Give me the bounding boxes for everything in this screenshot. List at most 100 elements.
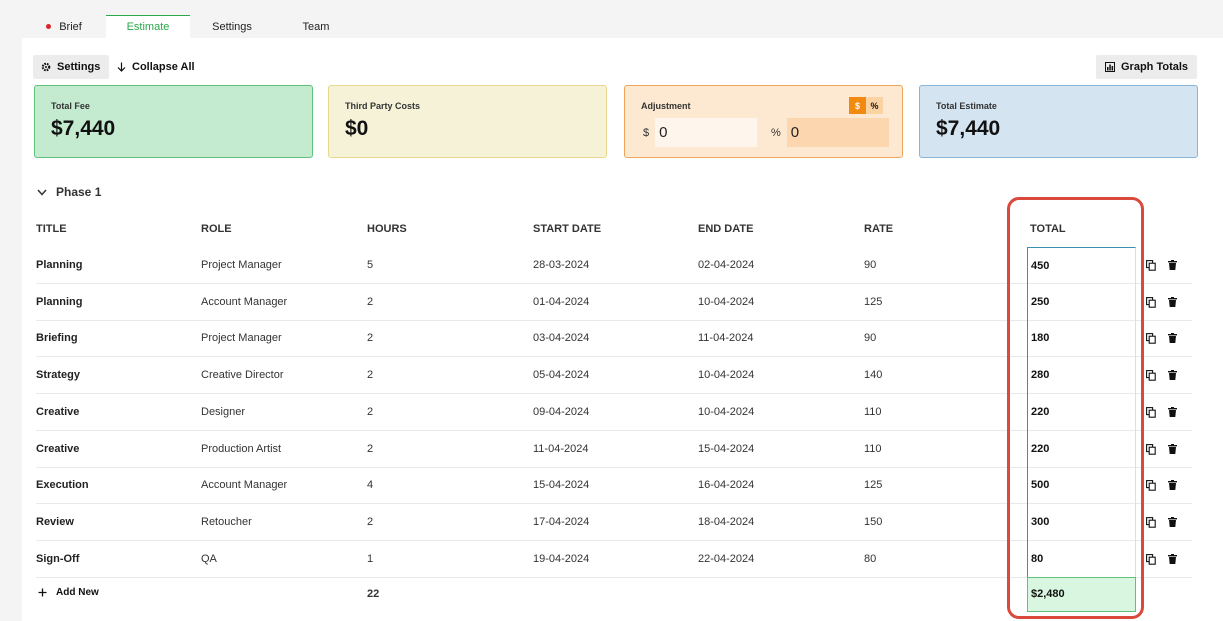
adjustment-card: Adjustment $ % $ 0 % 0 <box>624 85 903 158</box>
tab-label: Team <box>302 20 330 33</box>
header-end-date: END DATE <box>698 223 754 235</box>
cell-hours: 2 <box>367 515 374 528</box>
adjustment-dollar-input[interactable]: 0 <box>655 118 758 147</box>
cell-end-date: 16-04-2024 <box>698 479 755 492</box>
copy-icon[interactable] <box>1146 553 1156 565</box>
adjust-dollar-toggle[interactable]: $ <box>849 97 866 114</box>
cell-role: Designer <box>201 405 246 418</box>
copy-icon[interactable] <box>1146 333 1156 345</box>
tab-bar: Brief Estimate Settings Team <box>22 15 1223 38</box>
cell-title: Planning <box>36 295 83 308</box>
header-total: TOTAL <box>1030 223 1066 235</box>
cell-hours: 2 <box>367 369 374 382</box>
copy-icon[interactable] <box>1146 406 1156 418</box>
cell-title: Creative <box>36 405 80 418</box>
cell-rate: 140 <box>864 369 883 382</box>
header-start-date: START DATE <box>533 223 602 235</box>
copy-icon[interactable] <box>1146 443 1156 455</box>
settings-button[interactable]: Settings <box>33 55 109 79</box>
third-party-costs-card: Third Party Costs $0 <box>328 85 607 158</box>
settings-button-label: Settings <box>57 61 101 73</box>
cell-title: Sign-Off <box>36 552 80 565</box>
cell-hours: 2 <box>367 295 374 308</box>
cell-title: Strategy <box>36 369 81 382</box>
cell-total[interactable]: 80 <box>1027 540 1136 578</box>
cell-rate: 110 <box>864 405 882 418</box>
trash-icon[interactable] <box>1168 333 1177 344</box>
cell-total[interactable]: 500 <box>1027 467 1136 505</box>
percent-symbol: % <box>771 126 781 139</box>
copy-icon[interactable] <box>1146 296 1156 308</box>
cell-start-date: 17-04-2024 <box>533 515 590 528</box>
cell-hours: 2 <box>367 442 374 455</box>
cell-start-date: 19-04-2024 <box>533 552 590 565</box>
cell-start-date: 11-04-2024 <box>533 442 589 455</box>
phase-toggle[interactable]: Phase 1 <box>37 185 101 199</box>
trash-icon[interactable] <box>1168 260 1177 270</box>
graph-totals-button[interactable]: Graph Totals <box>1096 55 1197 79</box>
table-row: Planning Account Manager 2 01-04-2024 10-04-… <box>36 283 1192 321</box>
trash-icon[interactable] <box>1168 296 1177 307</box>
header-rate: RATE <box>864 223 894 235</box>
chevron-down-icon <box>37 189 47 196</box>
cell-role: Production Artist <box>201 442 282 455</box>
cell-title: Briefing <box>36 332 78 345</box>
adjust-percent-toggle[interactable]: % <box>866 97 883 114</box>
third-party-label: Third Party Costs <box>345 101 421 111</box>
adjustment-mode-toggle: $ % <box>849 97 883 114</box>
copy-icon[interactable] <box>1146 260 1156 271</box>
cell-role: QA <box>201 552 217 565</box>
tab-label: Estimate <box>126 21 170 33</box>
copy-icon[interactable] <box>1146 516 1156 528</box>
cell-hours: 2 <box>367 332 374 345</box>
cell-total[interactable]: 280 <box>1027 357 1136 395</box>
header-title: TITLE <box>36 223 67 235</box>
cell-title: Creative <box>36 442 80 455</box>
cell-title: Review <box>36 515 74 528</box>
table-row: Strategy Creative Director 2 05-04-2024 10-0… <box>36 357 1192 395</box>
cell-title: Planning <box>36 259 83 271</box>
cell-end-date: 10-04-2024 <box>698 295 755 308</box>
copy-icon[interactable] <box>1146 480 1156 491</box>
cell-rate: 90 <box>864 332 877 345</box>
table-row: Planning Project Manager 5 28-03-2024 02-04-… <box>36 247 1192 284</box>
total-estimate-card: Total Estimate $7,440 <box>919 85 1198 158</box>
cell-total[interactable]: 450 <box>1027 247 1136 284</box>
tab-label: Brief <box>59 20 82 33</box>
trash-icon[interactable] <box>1168 406 1177 417</box>
cell-total[interactable]: 220 <box>1027 430 1136 468</box>
cell-hours: 4 <box>367 479 374 492</box>
cell-role: Retoucher <box>201 515 252 528</box>
adjustment-percent-input[interactable]: 0 <box>786 118 889 147</box>
cell-total[interactable]: 250 <box>1027 283 1136 321</box>
tab-team[interactable]: Team <box>274 15 358 38</box>
cell-hours: 2 <box>367 405 374 418</box>
cell-hours: 5 <box>367 259 374 271</box>
total-estimate-label: Total Estimate <box>936 101 997 111</box>
trash-icon[interactable] <box>1168 553 1177 564</box>
tab-settings[interactable]: Settings <box>190 15 274 38</box>
cell-rate: 90 <box>864 259 877 271</box>
cell-total[interactable]: 220 <box>1027 393 1136 431</box>
trash-icon[interactable] <box>1168 443 1177 454</box>
cell-role: Account Manager <box>201 295 288 308</box>
cell-start-date: 09-04-2024 <box>533 405 590 418</box>
cell-total[interactable]: 180 <box>1027 320 1136 358</box>
trash-icon[interactable] <box>1168 516 1177 527</box>
cell-end-date: 10-04-2024 <box>698 369 755 382</box>
cell-end-date: 18-04-2024 <box>698 515 755 528</box>
cell-end-date: 15-04-2024 <box>698 442 755 455</box>
copy-icon[interactable] <box>1146 370 1156 381</box>
tab-brief[interactable]: Brief <box>22 15 106 38</box>
tab-estimate[interactable]: Estimate <box>106 15 190 38</box>
cell-title: Execution <box>36 479 89 492</box>
add-new-button[interactable]: Add New <box>38 587 99 598</box>
cell-total[interactable]: 300 <box>1027 503 1136 541</box>
phase-title: Phase 1 <box>56 185 102 199</box>
trash-icon[interactable] <box>1168 370 1177 381</box>
gear-icon <box>41 62 51 72</box>
trash-icon[interactable] <box>1168 480 1177 491</box>
header-hours: HOURS <box>367 223 407 235</box>
table-row: Sign-Off QA 1 19-04-2024 22-04-2024 80 80 <box>36 540 1192 578</box>
collapse-all-button[interactable]: Collapse All <box>117 55 195 79</box>
